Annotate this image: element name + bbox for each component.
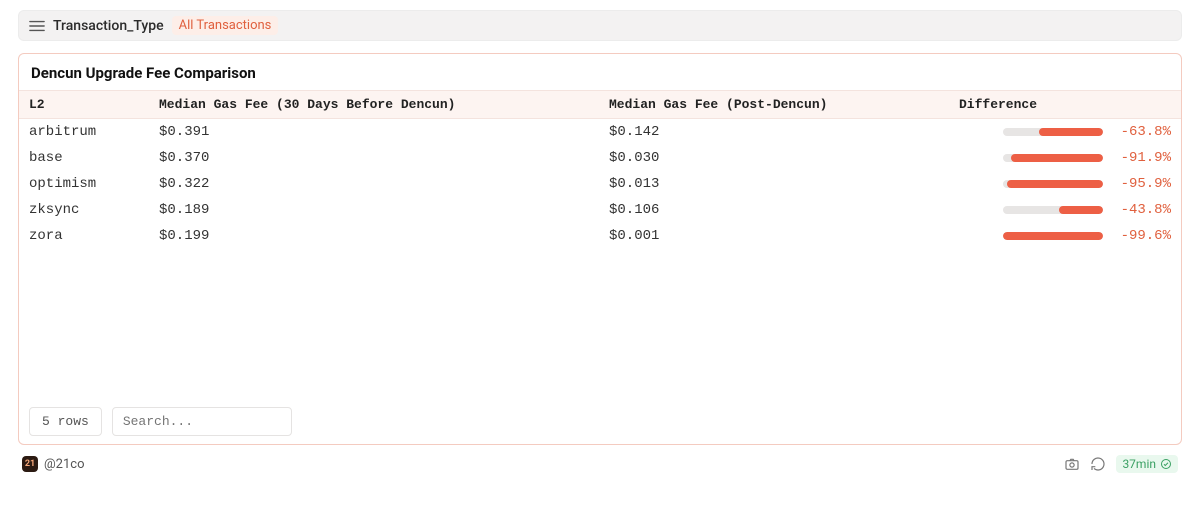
rows-count-chip[interactable]: 5 rows <box>29 407 102 436</box>
diff-bar-track <box>1003 128 1103 136</box>
table-row[interactable]: optimism$0.322$0.013 -95.9% <box>19 171 1181 197</box>
col-header-diff[interactable]: Difference <box>959 97 1171 112</box>
table-row[interactable]: base$0.370$0.030 -91.9% <box>19 145 1181 171</box>
cell-diff: -63.8% <box>959 124 1171 140</box>
cell-l2: arbitrum <box>29 124 159 140</box>
cell-before: $0.370 <box>159 150 609 166</box>
refresh-icon[interactable] <box>1090 456 1106 472</box>
cell-l2: base <box>29 150 159 166</box>
table-row[interactable]: zora$0.199$0.001 -99.6% <box>19 223 1181 249</box>
diff-bar-track <box>1003 232 1103 240</box>
hamburger-icon <box>29 19 45 33</box>
cell-l2: optimism <box>29 176 159 192</box>
cell-l2: zora <box>29 228 159 244</box>
diff-bar-fill <box>1011 154 1103 162</box>
cell-diff: -99.6% <box>959 228 1171 244</box>
diff-pct: -63.8% <box>1115 124 1171 140</box>
cell-diff: -95.9% <box>959 176 1171 192</box>
cell-post: $0.001 <box>609 228 959 244</box>
table-empty-space <box>19 249 1181 399</box>
diff-bar-track <box>1003 180 1103 188</box>
col-header-post[interactable]: Median Gas Fee (Post-Dencun) <box>609 97 959 112</box>
diff-bar-fill <box>1007 180 1103 188</box>
fee-comparison-panel: Dencun Upgrade Fee Comparison L2 Median … <box>18 53 1182 445</box>
camera-icon[interactable] <box>1064 456 1080 472</box>
check-circle-icon <box>1160 458 1172 470</box>
col-header-before[interactable]: Median Gas Fee (30 Days Before Dencun) <box>159 97 609 112</box>
table-header-row: L2 Median Gas Fee (30 Days Before Dencun… <box>19 90 1181 119</box>
cell-before: $0.189 <box>159 202 609 218</box>
table-row[interactable]: zksync$0.189$0.106 -43.8% <box>19 197 1181 223</box>
cell-post: $0.030 <box>609 150 959 166</box>
panel-footer: 21 @21co 37min <box>22 455 1178 473</box>
cell-post: $0.142 <box>609 124 959 140</box>
cell-diff: -43.8% <box>959 202 1171 218</box>
diff-pct: -99.6% <box>1115 228 1171 244</box>
diff-bar-fill <box>1039 128 1103 136</box>
fee-table: L2 Median Gas Fee (30 Days Before Dencun… <box>19 90 1181 444</box>
cell-diff: -91.9% <box>959 150 1171 166</box>
diff-pct: -95.9% <box>1115 176 1171 192</box>
search-input[interactable] <box>112 407 292 436</box>
table-bottom-bar: 5 rows <box>19 399 1181 444</box>
author-avatar[interactable]: 21 <box>22 456 38 472</box>
filter-bar[interactable]: Transaction_Type All Transactions <box>18 10 1182 41</box>
cell-post: $0.013 <box>609 176 959 192</box>
table-row[interactable]: arbitrum$0.391$0.142 -63.8% <box>19 119 1181 145</box>
author-handle[interactable]: @21co <box>44 457 85 472</box>
diff-bar-fill <box>1003 232 1103 240</box>
cell-before: $0.322 <box>159 176 609 192</box>
cell-l2: zksync <box>29 202 159 218</box>
age-text: 37min <box>1122 457 1156 471</box>
diff-bar-track <box>1003 154 1103 162</box>
age-chip[interactable]: 37min <box>1116 455 1178 473</box>
col-header-l2[interactable]: L2 <box>29 97 159 112</box>
filter-label: Transaction_Type <box>53 18 164 34</box>
filter-value-chip[interactable]: All Transactions <box>172 16 279 35</box>
cell-before: $0.199 <box>159 228 609 244</box>
diff-pct: -91.9% <box>1115 150 1171 166</box>
diff-pct: -43.8% <box>1115 202 1171 218</box>
diff-bar-fill <box>1059 206 1103 214</box>
cell-post: $0.106 <box>609 202 959 218</box>
cell-before: $0.391 <box>159 124 609 140</box>
panel-title: Dencun Upgrade Fee Comparison <box>19 54 1181 90</box>
diff-bar-track <box>1003 206 1103 214</box>
